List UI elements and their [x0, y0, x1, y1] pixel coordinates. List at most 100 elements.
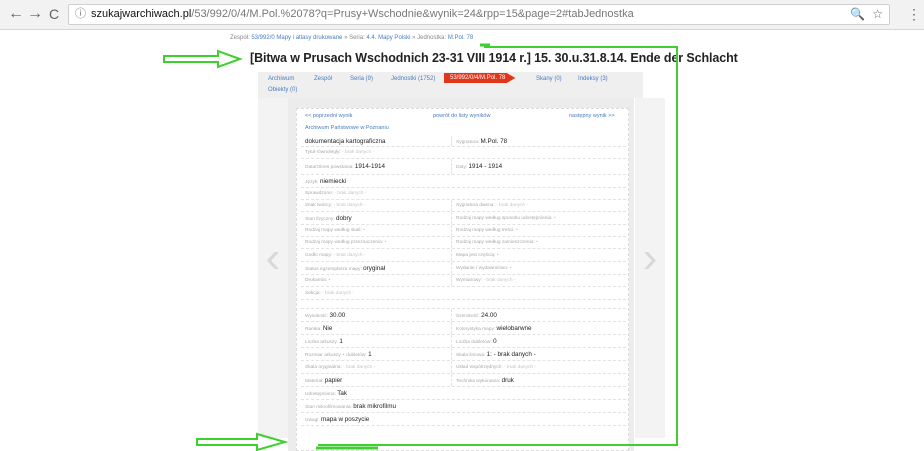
field-value: 24.00: [481, 312, 497, 319]
field-value: - brak danych -: [342, 150, 375, 155]
field-left: Tytuł równoległy: - brak danych -: [305, 147, 450, 158]
record-row: Udostępniona: Tak: [301, 387, 626, 400]
field-divider: [451, 275, 452, 286]
site-info-icon[interactable]: ⓘ: [75, 5, 86, 24]
reload-icon[interactable]: C: [46, 6, 62, 22]
field-label: Ramka:: [305, 327, 323, 332]
address-bar[interactable]: ⓘ szukajwarchiwach.pl/53/992/0/4/M.Pol.%…: [68, 4, 890, 25]
record-row: Język: niemiecki: [301, 175, 626, 188]
record-row: Liczba arkuszy: 1 Liczba dubletów: 0: [301, 335, 626, 348]
field-left: Rodzaj mapy według przeznaczenia: •: [305, 237, 450, 248]
tab-obiekty[interactable]: Obiekty (0): [268, 87, 297, 93]
field-left: Stan fizyczny: dobry: [305, 212, 450, 224]
field-divider: [451, 249, 452, 261]
record-row: Materiał: papier Technika wykonania: druk: [301, 374, 626, 387]
field-label: Godło mapy:: [305, 253, 334, 258]
record-row: Skala oryginalna: - brak danych - Układ w…: [301, 361, 626, 374]
field-value: •: [496, 253, 499, 258]
tab-indeksy[interactable]: Indeksy (3): [578, 76, 608, 82]
next-result-link[interactable]: następny wynik >>: [569, 113, 615, 119]
field-value: •: [509, 266, 512, 271]
field-right: Liczba dubletów: 0: [456, 335, 624, 347]
field-divider: [451, 361, 452, 373]
field-left: Data/Okres powstania: 1914-1914: [305, 159, 450, 174]
field-value: 1: [368, 351, 372, 358]
field-value: •: [328, 278, 331, 283]
field-left: Liczba arkuszy: 1: [305, 335, 450, 347]
record-row: Sprawdzono: - brak danych -: [301, 188, 626, 200]
url-text[interactable]: szukajwarchiwach.pl/53/992/0/4/M.Pol.%20…: [91, 5, 634, 24]
field-value: dobry: [335, 215, 352, 222]
tab-seria[interactable]: Seria (9): [350, 76, 373, 82]
breadcrumb-jednostka-link[interactable]: M.Pol. 78: [448, 35, 473, 41]
field-value: M.Pol. 78: [480, 138, 508, 145]
annotation-arrow-top: [163, 49, 243, 69]
tab-current-unit[interactable]: 53/992/0/4/M.Pol. 78: [444, 73, 516, 83]
field-value: - brak danych -: [343, 365, 376, 370]
tab-skany[interactable]: Skany (0): [536, 76, 562, 82]
field-left: Status egzemplarza mapy: oryginał: [305, 262, 450, 274]
field-label: Stan mikrofilmowania:: [305, 405, 354, 410]
field-value: 1: [339, 338, 343, 345]
field-label: Kolorystyka mapy:: [456, 327, 497, 332]
record-row: [301, 300, 626, 309]
field-value: •: [516, 228, 518, 233]
tab-zespol[interactable]: Zespół: [314, 76, 332, 82]
field-value: •: [384, 240, 387, 245]
field-value: - brak danych -: [496, 203, 529, 208]
field-label: Rodzaj mapy według treści:: [456, 228, 516, 233]
record-row: Rodzaj mapy według przeznaczenia: • Rodza…: [301, 237, 626, 249]
zoom-icon[interactable]: 🔍: [850, 5, 865, 24]
archive-name-link[interactable]: Archiwum Państwowe w Poznaniu: [305, 125, 389, 131]
record-row: Rodzaj mapy według skali: • Rodzaj mapy w…: [301, 225, 626, 237]
field-value: wielobarwne: [496, 325, 532, 332]
field-divider: [451, 335, 452, 347]
field-divider: [451, 136, 452, 146]
tab-jednostki[interactable]: Jednostki (1752): [391, 76, 435, 82]
browser-menu-icon[interactable]: ⋮: [907, 6, 921, 22]
field-left: dokumentacja kartograficzna: [305, 136, 450, 146]
field-left: [305, 300, 450, 308]
record-details: << poprzedni wynik powrót do listy wynik…: [296, 108, 629, 451]
field-label: Rodzaj mapy według sposobu udostępnienia…: [456, 216, 554, 221]
field-right: Rodzaj mapy według sposobu udostępnienia…: [456, 212, 624, 224]
record-row: Wysokość: 30.00 Szerokość: 24.00: [301, 309, 626, 322]
field-left: Wysokość: 30.00: [305, 309, 450, 321]
field-left: Rozmiar arkuszy + dubletów: 1: [305, 348, 450, 360]
prev-result-link[interactable]: << poprzedni wynik: [305, 113, 352, 119]
next-record-arrow-icon[interactable]: ›: [635, 228, 665, 288]
field-value: 1914 - 1914: [468, 163, 503, 170]
next-panel: ›: [635, 98, 665, 438]
record-row: Data/Okres powstania: 1914-1914 Daty: 191…: [301, 159, 626, 175]
record-row: Status egzemplarza mapy: oryginał Wydanie…: [301, 262, 626, 275]
forward-arrow-icon[interactable]: →: [27, 6, 43, 22]
field-label: Rodzaj mapy według przeznaczenia:: [305, 240, 385, 245]
field-value: - brak danych -: [334, 191, 367, 196]
field-value: Nie: [322, 325, 333, 332]
field-value: - brak danych -: [483, 278, 516, 283]
field-right: Rodzaj mapy według zamieszczenia: •: [456, 237, 624, 248]
breadcrumb-zespol-link[interactable]: 53/992/0 Mapy i atlasy drukowane: [251, 35, 342, 41]
field-value: 30.00: [329, 312, 346, 319]
field-divider: [451, 309, 452, 321]
record-row: dokumentacja kartograficzna Sygnatura: M.…: [301, 136, 626, 147]
field-left: Godło mapy: - brak danych -: [305, 249, 450, 261]
bookmark-star-icon[interactable]: ☆: [872, 5, 883, 24]
back-arrow-icon[interactable]: ←: [8, 6, 24, 22]
prev-record-arrow-icon[interactable]: ‹: [258, 228, 288, 288]
browser-toolbar: ← → C ⓘ szukajwarchiwach.pl/53/992/0/4/M…: [0, 0, 924, 30]
field-right: Sygnatura dawna: - brak danych -: [456, 200, 624, 211]
field-right: Wydanie / wydawnictwo: •: [456, 262, 624, 274]
record-row: Znak twórcy: - brak danych - Sygnatura da…: [301, 200, 626, 212]
field-left: Język: niemiecki: [305, 175, 450, 187]
field-right: Szerokość: 24.00: [456, 309, 624, 321]
tab-archiwum[interactable]: Archiwum: [268, 76, 294, 82]
field-value: - brak danych -: [333, 203, 366, 208]
field-label: Uwagi:: [305, 418, 321, 423]
record-row: Uwagi: mapa w poszycie: [301, 413, 626, 426]
back-to-list-link[interactable]: powrót do listy wyników: [433, 113, 490, 119]
field-label: Rozmiar arkuszy + dubletów:: [305, 353, 369, 358]
breadcrumb-seria-link[interactable]: 4.4. Mapy Polski: [366, 35, 410, 41]
field-value: 1914-1914: [354, 163, 385, 170]
field-right: Kolorystyka mapy: wielobarwne: [456, 322, 624, 334]
